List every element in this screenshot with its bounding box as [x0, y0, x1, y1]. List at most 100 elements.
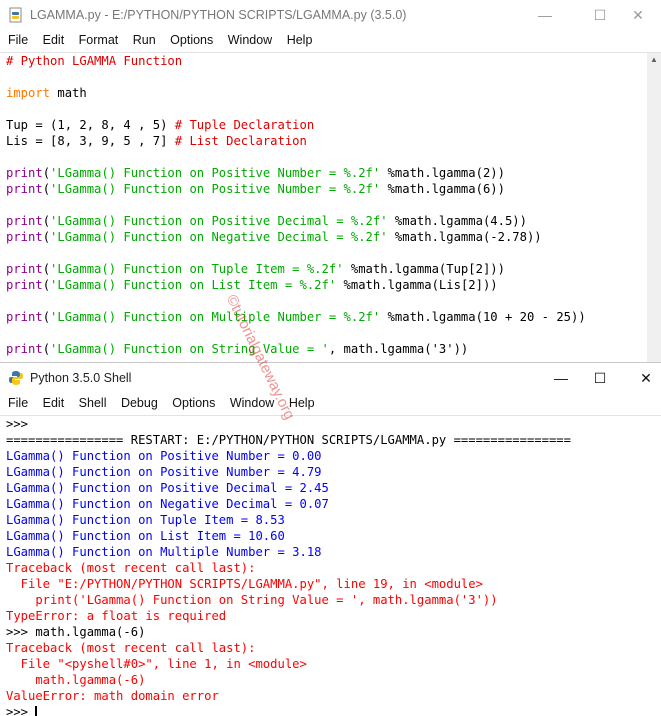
- code-token: print: [6, 230, 43, 244]
- python-file-icon: [9, 7, 22, 23]
- menu-edit[interactable]: Edit: [43, 30, 65, 47]
- code-token: 'LGamma() Function on Positive Decimal =…: [50, 214, 388, 228]
- editor-line: print('LGamma() Function on String Value…: [6, 341, 661, 357]
- code-token: print('LGamma() Function on String Value…: [6, 593, 498, 607]
- code-token: LGamma() Function on List Item = 10.60: [6, 529, 285, 543]
- code-token: %math.lgamma(4.5)): [387, 214, 527, 228]
- shell-line: LGamma() Function on Negative Decimal = …: [6, 496, 661, 512]
- editor-line: print('LGamma() Function on Multiple Num…: [6, 309, 661, 325]
- code-token: LGamma() Function on Tuple Item = 8.53: [6, 513, 285, 527]
- editor-line: print('LGamma() Function on Negative Dec…: [6, 229, 661, 245]
- maximize-button[interactable]: ☐: [577, 363, 623, 393]
- code-token: # Python LGAMMA Function: [6, 54, 183, 68]
- code-token: LGamma() Function on Negative Decimal = …: [6, 497, 329, 511]
- close-button[interactable]: ✕: [623, 363, 661, 393]
- shell-line: File "E:/PYTHON/PYTHON SCRIPTS/LGAMMA.py…: [6, 576, 661, 592]
- editor-line: print('LGamma() Function on Positive Num…: [6, 165, 661, 181]
- code-token: Lis = [8, 3, 9, 5 , 7]: [6, 134, 175, 148]
- editor-line: print('LGamma() Function on Positive Dec…: [6, 213, 661, 229]
- code-token: 'LGamma() Function on Negative Decimal =…: [50, 230, 388, 244]
- code-token: (: [42, 262, 51, 276]
- menu-window[interactable]: Window: [228, 30, 272, 47]
- code-token: LGamma() Function on Multiple Number = 3…: [6, 545, 322, 559]
- close-button[interactable]: ✕: [615, 0, 661, 30]
- code-token: 'LGamma() Function on List Item = %.2f': [50, 278, 337, 292]
- code-token: (: [42, 166, 51, 180]
- text-cursor: [35, 705, 37, 716]
- code-token: >>>: [6, 705, 36, 716]
- shell-line: Traceback (most recent call last):: [6, 640, 661, 656]
- code-token: Traceback (most recent call last):: [6, 561, 256, 575]
- code-token: math: [50, 86, 87, 100]
- code-token: Traceback (most recent call last):: [6, 641, 256, 655]
- shell-text-area[interactable]: >>> ================ RESTART: E:/PYTHON/…: [0, 416, 661, 716]
- code-token: %math.lgamma(-2.78)): [387, 230, 542, 244]
- code-token: ValueError: math domain error: [6, 689, 219, 703]
- menu-shell[interactable]: Shell: [79, 393, 107, 410]
- shell-line: LGamma() Function on List Item = 10.60: [6, 528, 661, 544]
- code-token: (: [42, 342, 51, 356]
- menu-format[interactable]: Format: [79, 30, 119, 47]
- code-token: # List Declaration: [174, 134, 307, 148]
- python-logo-icon: [9, 371, 23, 385]
- shell-line: LGamma() Function on Multiple Number = 3…: [6, 544, 661, 560]
- code-token: print: [6, 214, 43, 228]
- menu-run[interactable]: Run: [133, 30, 156, 47]
- shell-line: >>> math.lgamma(-6): [6, 624, 661, 640]
- code-token: ================ RESTART: E:/PYTHON/PYTH…: [6, 433, 571, 447]
- editor-menubar: File Edit Format Run Options Window Help: [0, 30, 661, 53]
- minimize-button[interactable]: —: [522, 0, 568, 30]
- code-token: # Tuple Declaration: [174, 118, 315, 132]
- menu-options[interactable]: Options: [170, 30, 213, 47]
- menu-window[interactable]: Window: [230, 393, 274, 410]
- shell-line: >>>: [6, 416, 661, 432]
- code-token: TypeError: a float is required: [6, 609, 227, 623]
- shell-line: print('LGamma() Function on String Value…: [6, 592, 661, 608]
- code-token: print: [6, 278, 43, 292]
- menu-file[interactable]: File: [8, 393, 28, 410]
- menu-help[interactable]: Help: [287, 30, 313, 47]
- code-token: %math.lgamma(10 + 20 - 25)): [380, 310, 586, 324]
- code-token: LGamma() Function on Positive Decimal = …: [6, 481, 329, 495]
- shell-line: LGamma() Function on Positive Number = 0…: [6, 448, 661, 464]
- shell-line: TypeError: a float is required: [6, 608, 661, 624]
- shell-line: >>>: [6, 704, 661, 716]
- code-token: %math.lgamma(2)): [380, 166, 505, 180]
- scroll-up-icon[interactable]: ▲: [647, 53, 661, 67]
- code-token: File "E:/PYTHON/PYTHON SCRIPTS/LGAMMA.py…: [6, 577, 483, 591]
- menu-edit[interactable]: Edit: [43, 393, 65, 410]
- menu-file[interactable]: File: [8, 30, 28, 47]
- menu-options[interactable]: Options: [172, 393, 215, 410]
- code-token: Tup = (1, 2, 8, 4 , 5): [6, 118, 175, 132]
- code-token: print: [6, 310, 43, 324]
- code-token: File "<pyshell#0>", line 1, in <module>: [6, 657, 307, 671]
- editor-line: Tup = (1, 2, 8, 4 , 5) # Tuple Declarati…: [6, 117, 661, 133]
- shell-titlebar[interactable]: Python 3.5.0 Shell — ☐ ✕: [0, 363, 661, 393]
- code-token: 'LGamma() Function on Positive Number = …: [50, 166, 381, 180]
- editor-text-area[interactable]: # Python LGAMMA Function import math Tup =…: [0, 53, 661, 357]
- shell-line: math.lgamma(-6): [6, 672, 661, 688]
- code-token: LGamma() Function on Positive Number = 4…: [6, 465, 322, 479]
- code-token: 'LGamma() Function on String Value = ': [50, 342, 329, 356]
- shell-line: ValueError: math domain error: [6, 688, 661, 704]
- editor-titlebar[interactable]: LGAMMA.py - E:/PYTHON/PYTHON SCRIPTS/LGA…: [0, 0, 661, 30]
- code-token: (: [42, 310, 51, 324]
- shell-line: LGamma() Function on Tuple Item = 8.53: [6, 512, 661, 528]
- menu-debug[interactable]: Debug: [121, 393, 158, 410]
- shell-line: File "<pyshell#0>", line 1, in <module>: [6, 656, 661, 672]
- code-token: 'LGamma() Function on Tuple Item = %.2f': [50, 262, 344, 276]
- editor-scrollbar[interactable]: ▲: [647, 53, 661, 362]
- code-token: import: [6, 86, 51, 100]
- shell-menubar: File Edit Shell Debug Options Window Hel…: [0, 393, 661, 416]
- code-token: , math.lgamma('3')): [328, 342, 469, 356]
- code-token: >>>: [6, 417, 36, 431]
- shell-line: Traceback (most recent call last):: [6, 560, 661, 576]
- editor-title: LGAMMA.py - E:/PYTHON/PYTHON SCRIPTS/LGA…: [30, 8, 407, 22]
